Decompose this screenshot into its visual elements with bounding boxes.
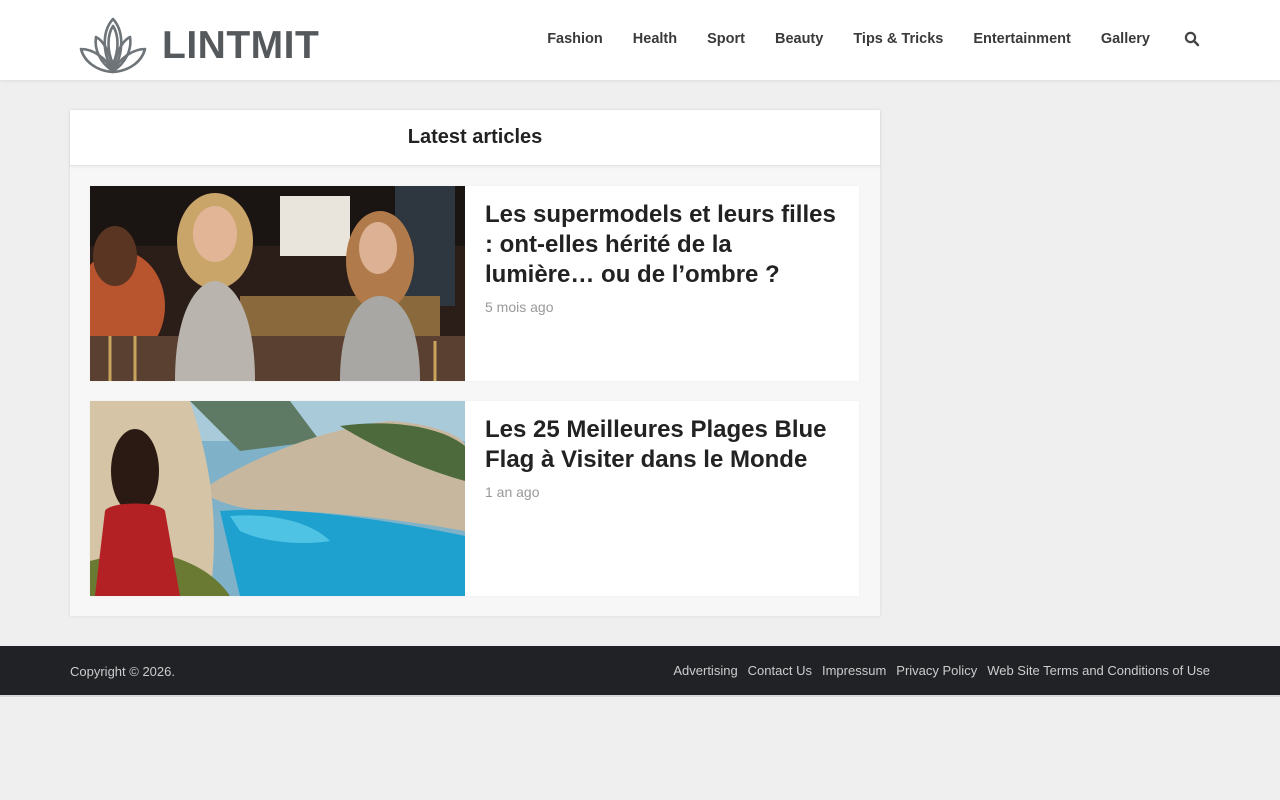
nav-item-gallery[interactable]: Gallery [1101,31,1150,47]
copyright-text: Copyright © 2026. [70,664,175,679]
footer-link-privacy-policy[interactable]: Privacy Policy [896,663,977,678]
article-thumbnail[interactable] [90,186,465,381]
footer-links: Advertising Contact Us Impressum Privacy… [673,663,1210,678]
article-card[interactable]: Les supermodels et leurs filles : ont-el… [90,186,859,381]
article-title[interactable]: Les supermodels et leurs filles : ont-el… [485,200,839,290]
article-thumbnail[interactable] [90,401,465,596]
article-body: Les supermodels et leurs filles : ont-el… [465,186,859,381]
search-icon[interactable] [1184,31,1200,47]
main-nav: Fashion Health Sport Beauty Tips & Trick… [547,0,1200,78]
article-title[interactable]: Les 25 Meilleures Plages Blue Flag à Vis… [485,415,839,475]
latest-articles-section: Latest articles Les supermodels et leurs… [70,110,880,616]
article-date: 1 an ago [485,484,540,500]
section-title: Latest articles [407,126,543,148]
site-header: LINTMIT Fashion Health Sport Beauty Tips… [0,0,1280,80]
article-date: 5 mois ago [485,299,554,315]
article-body: Les 25 Meilleures Plages Blue Flag à Vis… [465,401,859,596]
nav-item-fashion[interactable]: Fashion [547,31,603,47]
section-header: Latest articles [70,110,880,166]
logo-text: LINTMIT [162,23,320,67]
footer-link-contact-us[interactable]: Contact Us [748,663,812,678]
nav-item-beauty[interactable]: Beauty [775,31,823,47]
footer-link-terms[interactable]: Web Site Terms and Conditions of Use [987,663,1210,678]
nav-item-sport[interactable]: Sport [707,31,745,47]
site-footer: Copyright © 2026. Advertising Contact Us… [0,646,1280,697]
site-logo[interactable]: LINTMIT [78,14,319,76]
footer-link-impressum[interactable]: Impressum [822,663,886,678]
nav-item-health[interactable]: Health [633,31,677,47]
nav-item-entertainment[interactable]: Entertainment [973,31,1071,47]
footer-link-advertising[interactable]: Advertising [673,663,737,678]
lotus-icon [78,15,148,75]
article-card[interactable]: Les 25 Meilleures Plages Blue Flag à Vis… [90,401,859,596]
nav-item-tips-tricks[interactable]: Tips & Tricks [853,31,943,47]
